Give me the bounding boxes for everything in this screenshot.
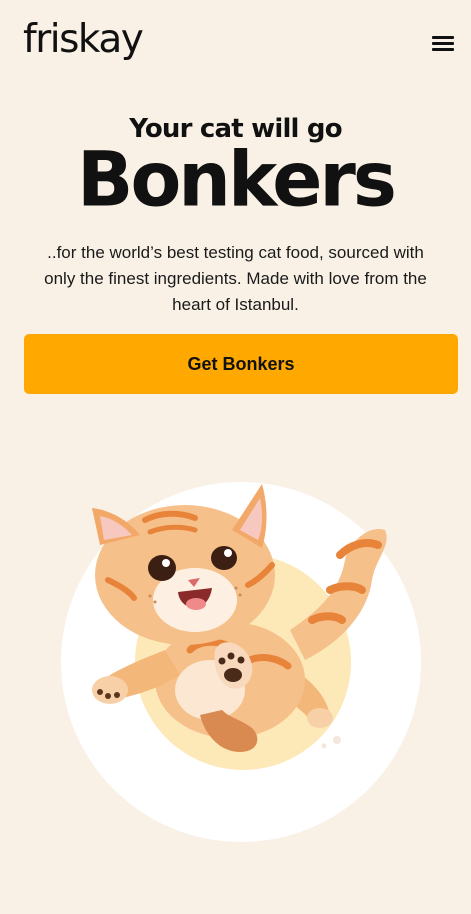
menu-line: [432, 42, 454, 45]
hero-title: Bonkers: [77, 136, 397, 224]
cat-right-eye: [211, 546, 237, 570]
hero-cat-illustration: [61, 482, 421, 842]
brand-logo[interactable]: friskay: [23, 20, 144, 59]
menu-line: [432, 36, 454, 39]
cat-left-eye: [148, 555, 176, 581]
get-bonkers-button[interactable]: Get Bonkers: [24, 334, 458, 394]
hero-description: ..for the world’s best testing cat food,…: [44, 243, 427, 314]
hamburger-menu-icon[interactable]: [430, 33, 456, 53]
site-header: friskay: [0, 0, 471, 90]
menu-line: [432, 48, 454, 51]
